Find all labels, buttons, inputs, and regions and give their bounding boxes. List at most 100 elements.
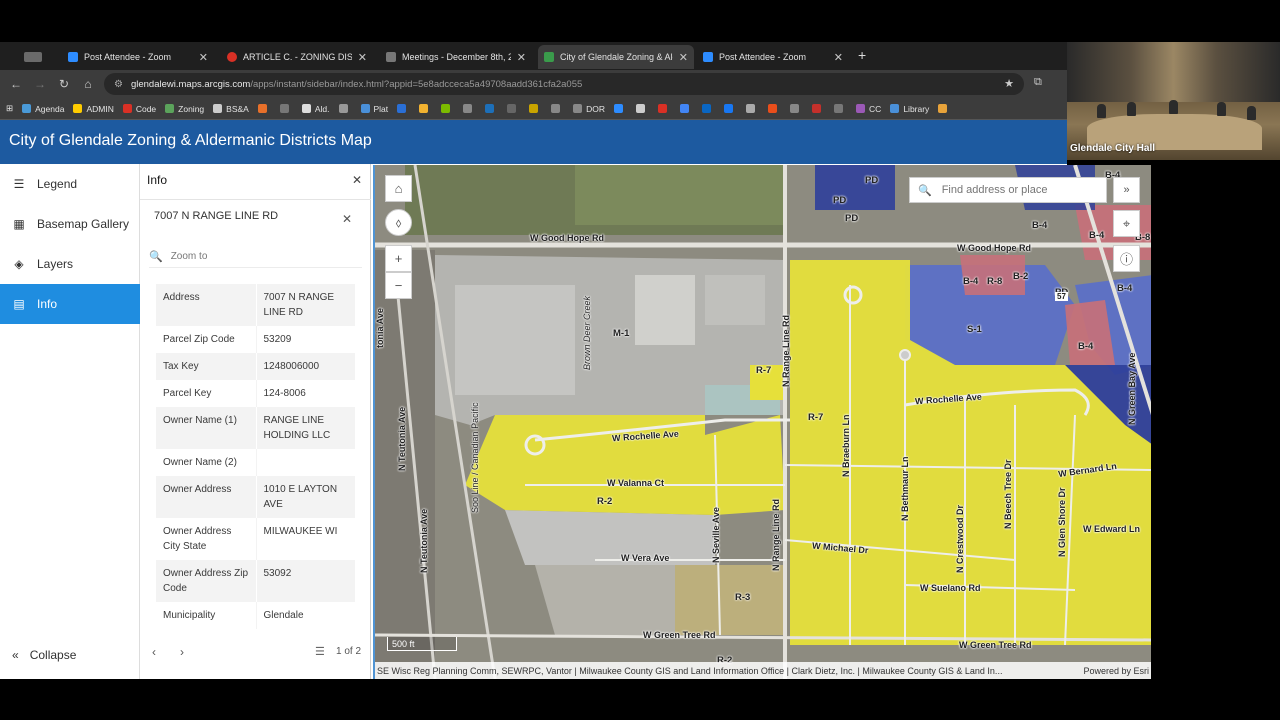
plus-icon: + — [394, 251, 403, 266]
map-info-button[interactable]: ⓘ — [1113, 245, 1140, 272]
bookmark-icon — [856, 104, 866, 113]
attribute-row: Owner Name (1) RANGE LINE HOLDING LLC — [156, 407, 355, 449]
close-icon[interactable]: ✕ — [352, 173, 362, 187]
bookmark-item[interactable]: BS&A — [213, 104, 249, 114]
url-field[interactable]: ⚙ glendalewi.maps.arcgis.com/apps/instan… — [104, 73, 1024, 95]
bookmark-item[interactable] — [812, 104, 825, 113]
apps-icon[interactable]: ⊞ — [6, 103, 13, 114]
nav-item-legend[interactable]: ☰ Legend — [0, 164, 140, 204]
nav-item-layers[interactable]: ◈ Layers — [0, 244, 140, 284]
zoom-to-label: Zoom to — [170, 251, 208, 262]
previous-icon[interactable]: ‹ — [152, 645, 156, 659]
bookmark-item[interactable] — [658, 104, 671, 113]
bookmark-item[interactable] — [834, 104, 847, 113]
tab-2[interactable]: Meetings - December 8th, 20 ✕ — [380, 45, 532, 69]
locate-button[interactable]: ⌖ — [1113, 210, 1140, 237]
bookmark-item[interactable] — [746, 104, 759, 113]
search-input[interactable] — [941, 184, 1092, 196]
search-expand-button[interactable]: » — [1113, 177, 1140, 203]
bookmark-label: Code — [135, 103, 157, 114]
close-icon[interactable]: ✕ — [358, 51, 367, 64]
bookmark-item[interactable] — [551, 104, 564, 113]
bookmark-star-icon[interactable]: ★ — [1004, 77, 1014, 90]
zone-label: PD — [845, 213, 859, 224]
tab-group-icon[interactable] — [18, 45, 46, 69]
list-icon[interactable]: ☰ — [315, 645, 325, 658]
nav-label: Legend — [37, 177, 78, 191]
tab-4[interactable]: Post Attendee - Zoom ✕ — [697, 45, 849, 69]
info-title: Info — [147, 173, 168, 187]
forward-icon[interactable]: → — [28, 77, 52, 91]
bookmark-item[interactable] — [614, 104, 627, 113]
zoom-to-button[interactable]: 🔍 Zoom to — [149, 246, 362, 268]
site-info-icon[interactable]: ⚙ — [114, 79, 123, 90]
home-button[interactable]: ⌂ — [385, 175, 412, 202]
zone-label: B-4 — [1117, 283, 1133, 294]
bookmark-item[interactable] — [790, 104, 803, 113]
close-icon[interactable]: ✕ — [342, 212, 352, 226]
bookmark-item[interactable] — [463, 104, 476, 113]
extensions-icon[interactable]: ⧉ — [1034, 76, 1042, 89]
bookmark-item[interactable] — [441, 104, 454, 113]
zone-label: R-7 — [808, 412, 824, 423]
new-tab-button[interactable]: + — [858, 47, 866, 63]
attribute-value: 1010 E LAYTON AVE — [263, 484, 338, 510]
video-person — [1169, 100, 1178, 114]
bookmark-icon — [746, 104, 756, 113]
bookmark-item[interactable]: Zoning — [165, 104, 204, 114]
bookmark-item[interactable] — [636, 104, 649, 113]
bookmark-item[interactable]: DOR — [573, 104, 605, 114]
powered-by-esri[interactable]: Powered by Esri — [1083, 666, 1149, 676]
bookmark-item[interactable]: Agenda — [22, 104, 64, 114]
bookmark-item[interactable] — [507, 104, 520, 113]
bookmark-item[interactable]: Library — [890, 104, 929, 114]
bookmark-item[interactable] — [768, 104, 781, 113]
nav-item-info[interactable]: ▤ Info — [0, 284, 140, 324]
bookmark-item[interactable] — [938, 104, 951, 113]
reload-icon[interactable]: ↻ — [52, 77, 76, 91]
close-icon[interactable]: ✕ — [679, 51, 688, 64]
nav-item-basemap-gallery[interactable]: ▦ Basemap Gallery — [0, 204, 140, 244]
bookmark-item[interactable]: Plat — [360, 104, 388, 114]
participant-name: Glendale City Hall — [1070, 143, 1156, 154]
bookmark-icon — [419, 104, 429, 113]
bookmark-item[interactable]: Ald. — [301, 104, 330, 114]
close-icon[interactable]: ✕ — [834, 51, 843, 64]
home-icon[interactable]: ⌂ — [76, 77, 100, 91]
bookmark-item[interactable] — [279, 104, 293, 113]
attribute-value: 53209 — [263, 334, 292, 345]
back-icon[interactable]: ← — [4, 77, 28, 91]
bookmark-icon — [636, 104, 646, 113]
bookmark-item[interactable] — [419, 104, 432, 113]
close-icon[interactable]: ✕ — [199, 51, 208, 64]
bookmark-item[interactable] — [257, 104, 271, 113]
zone-label: R-2 — [597, 496, 613, 507]
compass-button[interactable]: ⬨ — [385, 209, 412, 236]
collapse-button[interactable]: « Collapse — [12, 648, 76, 662]
bookmark-item[interactable]: CC — [856, 104, 881, 114]
video-person — [1217, 102, 1226, 116]
bookmark-item[interactable] — [529, 104, 542, 113]
next-icon[interactable]: › — [180, 645, 184, 659]
bookmark-item[interactable] — [724, 104, 737, 113]
map-canvas[interactable] — [375, 165, 1151, 679]
tab-1[interactable]: ARTICLE C. - ZONING DISTRI ✕ — [221, 45, 373, 69]
close-icon[interactable]: ✕ — [517, 51, 526, 64]
bookmark-item[interactable]: Code — [122, 103, 157, 114]
attribute-key: Owner Name (2) — [156, 449, 257, 476]
bookmark-item[interactable] — [702, 104, 715, 113]
zoom-out-button[interactable]: − — [385, 272, 412, 299]
road-label: N Braeburn Ln — [841, 414, 851, 477]
bookmark-item[interactable] — [680, 104, 693, 113]
zoom-in-button[interactable]: + — [385, 245, 412, 272]
bookmark-item[interactable] — [338, 104, 352, 113]
tab-3[interactable]: City of Glendale Zoning & Ald ✕ — [538, 45, 694, 69]
map-view[interactable]: PD PD PD B-4 B-4 B-4 B-8 B-2 B-4 R-8 PD … — [373, 165, 1151, 679]
pager-count: 1 of 2 — [336, 646, 362, 657]
tab-0[interactable]: Post Attendee - Zoom ✕ — [62, 45, 214, 69]
bookmark-item[interactable] — [397, 104, 410, 113]
bookmark-item[interactable] — [485, 104, 498, 113]
bookmark-item[interactable]: ADMIN — [73, 104, 114, 114]
bookmark-icon — [279, 104, 289, 113]
road-label: N Bethmaur Ln — [900, 456, 910, 521]
